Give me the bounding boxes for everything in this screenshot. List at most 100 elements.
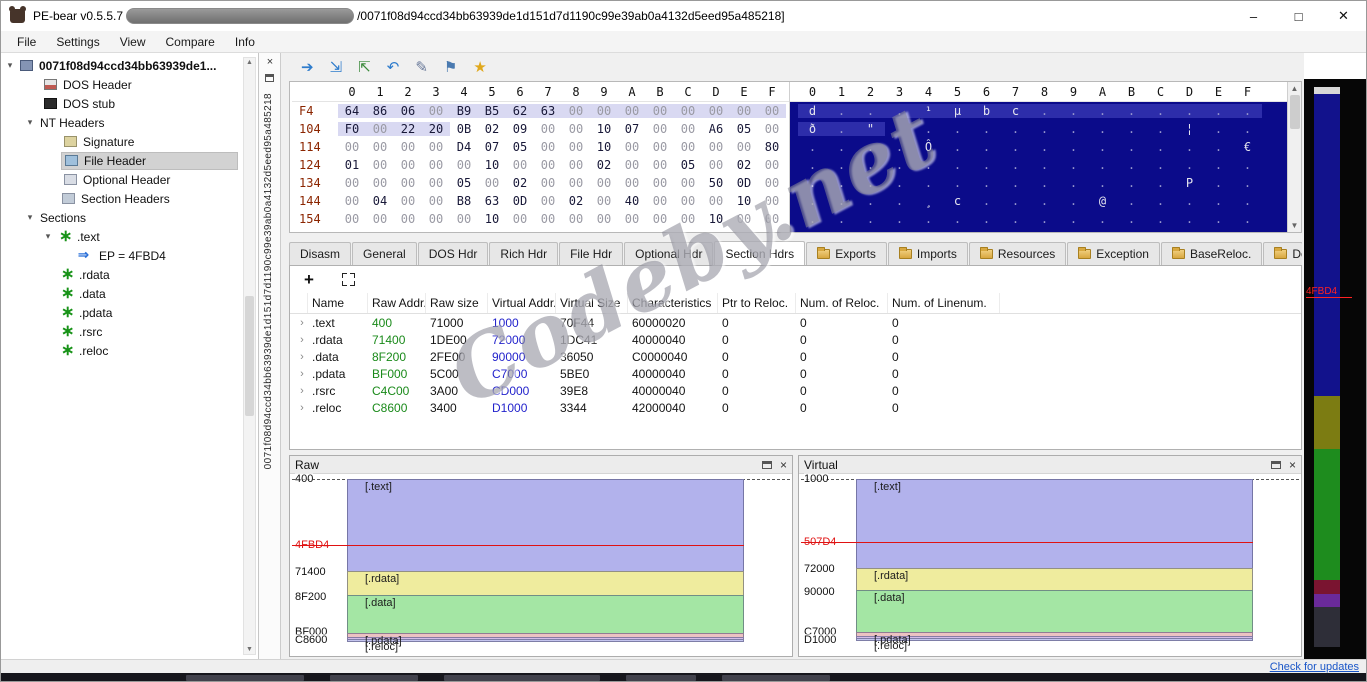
hex-byte[interactable]: 10: [478, 212, 506, 226]
ascii-char[interactable]: .: [1088, 212, 1117, 226]
tree-item-rdata[interactable]: .rdata: [1, 265, 258, 284]
ascii-char[interactable]: .: [1030, 158, 1059, 172]
hex-byte[interactable]: 00: [394, 194, 422, 208]
column-header[interactable]: Num. of Linenum.: [888, 293, 1000, 313]
column-header[interactable]: Name: [308, 293, 368, 313]
ascii-char[interactable]: .: [856, 158, 885, 172]
table-cell[interactable]: 0: [796, 384, 888, 398]
row-expand-icon[interactable]: ›: [290, 351, 308, 363]
taskbar-window-blob[interactable]: [722, 675, 830, 681]
hex-byte[interactable]: 00: [394, 176, 422, 190]
row-expand-icon[interactable]: ›: [290, 317, 308, 329]
table-cell[interactable]: .rsrc: [308, 384, 368, 398]
ascii-char[interactable]: .: [1204, 122, 1233, 136]
tab-filehdr[interactable]: File Hdr: [559, 242, 623, 265]
hex-byte[interactable]: 00: [394, 212, 422, 226]
table-cell[interactable]: C8600: [368, 401, 426, 415]
ascii-char[interactable]: .: [1117, 122, 1146, 136]
tab-optionalhdr[interactable]: Optional Hdr: [624, 242, 713, 265]
scroll-up-icon[interactable]: ▲: [246, 59, 253, 66]
hex-byte[interactable]: 00: [506, 212, 534, 226]
table-cell[interactable]: 40000040: [628, 367, 718, 381]
ascii-char[interactable]: .: [1001, 158, 1030, 172]
tab-general[interactable]: General: [352, 242, 417, 265]
tab-exports[interactable]: Exports: [806, 242, 887, 265]
section-block[interactable]: [.rdata]: [347, 571, 744, 596]
ascii-char[interactable]: .: [1204, 194, 1233, 208]
hex-byte[interactable]: 00: [366, 176, 394, 190]
map-segment-rdata[interactable]: [1314, 396, 1340, 449]
hex-byte[interactable]: B8: [450, 194, 478, 208]
follow-offset-icon[interactable]: ➔: [301, 60, 314, 75]
map-segment-headers[interactable]: [1314, 87, 1340, 94]
hex-byte[interactable]: 00: [618, 212, 646, 226]
hex-byte[interactable]: 0D: [506, 194, 534, 208]
hex-byte[interactable]: 00: [590, 104, 618, 118]
hex-byte[interactable]: 00: [618, 140, 646, 154]
ascii-char[interactable]: .: [1117, 212, 1146, 226]
hex-byte[interactable]: 00: [674, 176, 702, 190]
ascii-char[interactable]: .: [1088, 158, 1117, 172]
ascii-char[interactable]: b: [972, 104, 1001, 118]
ascii-char[interactable]: .: [1030, 104, 1059, 118]
scroll-up-icon[interactable]: ▲: [1291, 84, 1299, 93]
ascii-char[interactable]: .: [856, 194, 885, 208]
ascii-char[interactable]: .: [856, 140, 885, 154]
ascii-char[interactable]: .: [1030, 122, 1059, 136]
ascii-char[interactable]: .: [972, 122, 1001, 136]
ascii-char[interactable]: .: [1059, 158, 1088, 172]
table-cell[interactable]: 8F200: [368, 350, 426, 364]
menu-view[interactable]: View: [110, 33, 156, 51]
ascii-char[interactable]: .: [827, 140, 856, 154]
ascii-char[interactable]: .: [972, 212, 1001, 226]
hex-byte[interactable]: 00: [394, 140, 422, 154]
ascii-char[interactable]: .: [798, 158, 827, 172]
ascii-char[interactable]: ¸: [914, 194, 943, 208]
ascii-char[interactable]: .: [827, 122, 856, 136]
column-header[interactable]: Characteristics: [628, 293, 718, 313]
ascii-char[interactable]: .: [1233, 122, 1262, 136]
table-cell[interactable]: 60000020: [628, 316, 718, 330]
maximize-button[interactable]: □: [1276, 1, 1321, 31]
ascii-char[interactable]: .: [1204, 176, 1233, 190]
hex-byte[interactable]: 00: [450, 212, 478, 226]
hex-scrollbar[interactable]: ▲ ▼: [1287, 82, 1301, 232]
table-cell[interactable]: 0: [796, 350, 888, 364]
tree-item-ep[interactable]: EP = 4FBD4: [1, 246, 258, 265]
section-block[interactable]: [.text]: [856, 479, 1253, 569]
ascii-char[interactable]: c: [1001, 104, 1030, 118]
hex-byte[interactable]: D4: [450, 140, 478, 154]
ascii-char[interactable]: .: [1146, 194, 1175, 208]
edit-wand-icon[interactable]: ✎: [415, 60, 428, 75]
ascii-char[interactable]: .: [798, 194, 827, 208]
map-segment-reloc[interactable]: [1314, 607, 1340, 647]
ascii-char[interactable]: .: [1204, 104, 1233, 118]
hex-byte[interactable]: 05: [674, 158, 702, 172]
ascii-char[interactable]: .: [856, 104, 885, 118]
table-cell[interactable]: 3A00: [426, 384, 488, 398]
hex-byte[interactable]: 07: [618, 122, 646, 136]
hex-byte[interactable]: 80: [758, 140, 786, 154]
menu-settings[interactable]: Settings: [46, 33, 109, 51]
hex-byte[interactable]: 00: [478, 176, 506, 190]
table-cell[interactable]: 0: [888, 401, 1000, 415]
ascii-char[interactable]: .: [1117, 140, 1146, 154]
table-cell[interactable]: .pdata: [308, 367, 368, 381]
hex-byte[interactable]: 00: [366, 158, 394, 172]
taskbar-window-blob[interactable]: [186, 675, 304, 681]
ascii-char[interactable]: .: [1233, 104, 1262, 118]
section-block[interactable]: [.rdata]: [856, 568, 1253, 592]
favorites-star-icon[interactable]: ★: [473, 60, 486, 75]
ascii-char[interactable]: Ô: [914, 140, 943, 154]
row-expand-icon[interactable]: ›: [290, 334, 308, 346]
ascii-char[interactable]: ¹: [914, 104, 943, 118]
tree-item-signature[interactable]: Signature: [1, 132, 258, 151]
menu-file[interactable]: File: [7, 33, 46, 51]
check-updates-link[interactable]: Check for updates: [1270, 661, 1359, 673]
table-cell[interactable]: C0000040: [628, 350, 718, 364]
hex-byte[interactable]: 05: [506, 140, 534, 154]
table-cell[interactable]: .text: [308, 316, 368, 330]
tree-item-data[interactable]: .data: [1, 284, 258, 303]
table-cell[interactable]: 5C00: [426, 367, 488, 381]
tab-exception[interactable]: Exception: [1067, 242, 1160, 265]
